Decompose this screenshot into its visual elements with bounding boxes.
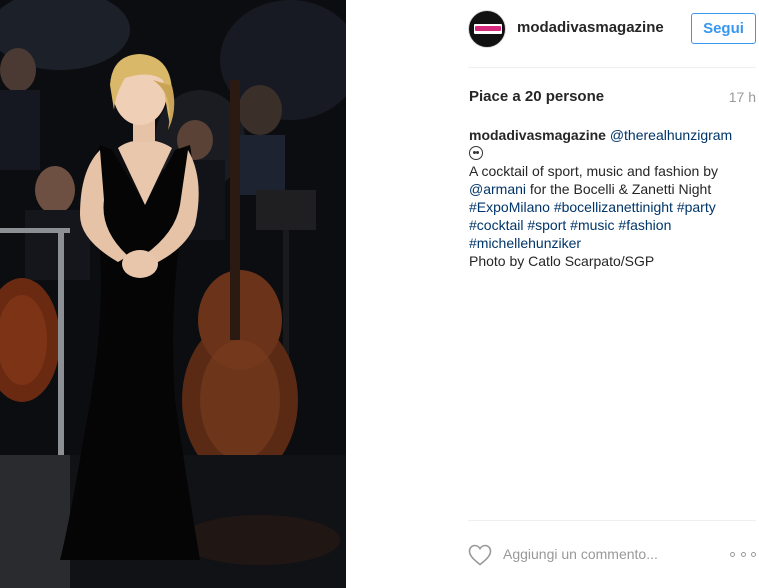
follow-button[interactable]: Segui [691, 13, 756, 44]
brand-logo-mark-icon [475, 26, 501, 31]
ellipsis-icon[interactable] [730, 546, 756, 562]
ellipsis-dot [751, 551, 756, 557]
post-photo[interactable] [0, 0, 346, 588]
hashtag-party[interactable]: #party [677, 199, 716, 215]
hashtag-expomilano[interactable]: #ExpoMilano [469, 199, 550, 215]
post-header: modadivasmagazine Segui [346, 0, 759, 68]
comment-input[interactable] [503, 543, 713, 565]
ellipsis-dot [740, 551, 746, 557]
comment-bar [468, 520, 756, 588]
header-divider [468, 67, 756, 68]
ellipsis-dot [730, 551, 735, 557]
hashtag-fashion[interactable]: #fashion [618, 217, 671, 233]
caption-mention-armani[interactable]: @armani [469, 181, 526, 197]
author-avatar[interactable] [468, 10, 506, 48]
post-timestamp[interactable]: 17 h [729, 89, 756, 105]
likes-count[interactable]: Piace a 20 persone [469, 88, 604, 105]
caption-text-bocelli: for the Bocelli & Zanetti Night [526, 181, 712, 197]
hashtag-music[interactable]: #music [570, 217, 614, 233]
hashtag-michellehunziker[interactable]: #michellehunziker [469, 235, 581, 251]
hashtag-sport[interactable]: #sport [527, 217, 566, 233]
post-caption: modadivasmagazine @therealhunzigram A co… [469, 126, 754, 270]
caption-photo-credit: Photo by Catlo Scarpato/SGP [469, 253, 655, 269]
hashtag-bocellizanettinight[interactable]: #bocellizanettinight [554, 199, 673, 215]
caption-mention-therealhunzigram[interactable]: @therealhunzigram [610, 127, 732, 143]
hashtag-cocktail[interactable]: #cocktail [469, 217, 523, 233]
smiling-face-icon [469, 146, 483, 160]
post-details-panel: modadivasmagazine Segui Piace a 20 perso… [346, 0, 759, 588]
caption-author[interactable]: modadivasmagazine [469, 127, 606, 143]
heart-outline-icon[interactable] [468, 544, 492, 566]
photo-illustration [0, 0, 346, 588]
caption-text-line: A cocktail of sport, music and fashion b… [469, 163, 719, 179]
author-username[interactable]: modadivasmagazine [517, 19, 664, 36]
